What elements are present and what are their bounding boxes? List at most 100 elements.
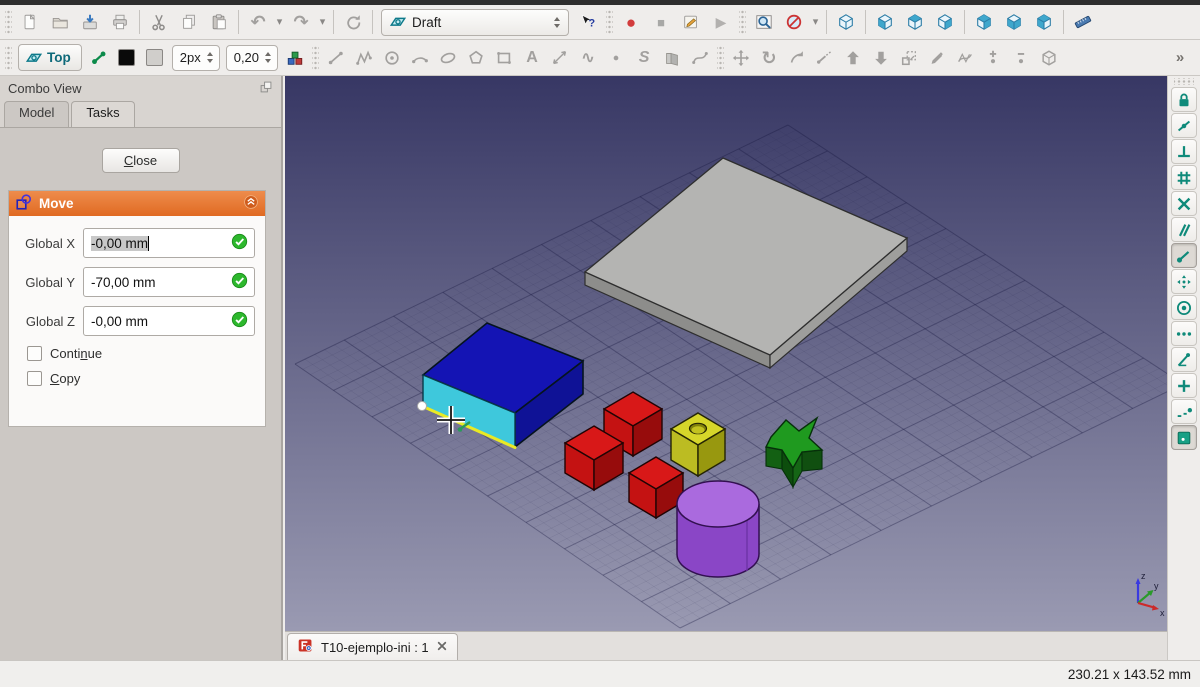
undo-button[interactable]: ↶ [243, 8, 273, 36]
draft-line-button[interactable] [322, 45, 350, 71]
autogroup-button[interactable] [281, 45, 309, 71]
snap-angle-toggle[interactable] [1171, 347, 1197, 372]
draw-style-button[interactable] [779, 8, 809, 36]
line-width-spinbox[interactable]: 2px [172, 45, 220, 71]
move-task-header[interactable]: Move [9, 191, 265, 216]
draw-style-dropdown[interactable]: ▾ [809, 8, 822, 36]
object-purple-cylinder[interactable] [677, 481, 759, 577]
toolbar-overflow-button[interactable]: » [1166, 45, 1194, 71]
draft-downgrade-button[interactable] [867, 45, 895, 71]
draft-offset-button[interactable] [783, 45, 811, 71]
draft-text-button[interactable]: A [518, 45, 546, 71]
view-bottom-button[interactable] [999, 8, 1029, 36]
refresh-button[interactable] [338, 8, 368, 36]
draft-bspline-button[interactable]: ∿ [574, 45, 602, 71]
undo-dropdown[interactable]: ▾ [273, 8, 286, 36]
scale-spinbox[interactable]: 0,20 [226, 45, 278, 71]
object-yellow-cube[interactable] [671, 413, 725, 476]
macro-edit-button[interactable] [676, 8, 706, 36]
global-x-input[interactable]: -0,00 mm [83, 228, 255, 258]
open-document-button[interactable] [45, 8, 75, 36]
view-rear-button[interactable] [969, 8, 999, 36]
draft-to-sketch-button[interactable] [1035, 45, 1063, 71]
copy-button[interactable] [174, 8, 204, 36]
float-panel-icon[interactable] [259, 80, 273, 97]
draft-delete-point-button[interactable] [1007, 45, 1035, 71]
toolbar-grip[interactable] [312, 46, 319, 70]
working-plane-button[interactable]: Top [18, 44, 82, 71]
draft-polygon-button[interactable] [462, 45, 490, 71]
snap-center-toggle[interactable] [1171, 295, 1197, 320]
measure-distance-button[interactable] [1068, 8, 1098, 36]
new-document-button[interactable] [15, 8, 45, 36]
draft-wire-button[interactable] [350, 45, 378, 71]
collapse-task-icon[interactable] [243, 194, 259, 213]
toolbar-grip[interactable] [5, 10, 12, 34]
draft-upgrade-button[interactable] [839, 45, 867, 71]
paste-button[interactable] [204, 8, 234, 36]
workbench-selector[interactable]: Draft [381, 9, 569, 36]
toolbar-grip[interactable] [606, 10, 613, 34]
view-left-button[interactable] [1029, 8, 1059, 36]
view-axonometric-button[interactable] [831, 8, 861, 36]
snap-lock-toggle[interactable] [1171, 87, 1197, 112]
snap-perpendicular-toggle[interactable] [1171, 139, 1197, 164]
draft-shapestring-button[interactable]: S [630, 45, 658, 71]
snap-grid-toggle[interactable] [1171, 165, 1197, 190]
draft-rotate-button[interactable]: ↻ [755, 45, 783, 71]
draft-wire-to-bspline-button[interactable] [951, 45, 979, 71]
macro-play-button[interactable]: ▶ [706, 8, 736, 36]
whats-this-button[interactable]: ? [573, 8, 603, 36]
draft-point-button[interactable] [602, 45, 630, 71]
redo-dropdown[interactable]: ▾ [316, 8, 329, 36]
tab-model[interactable]: Model [4, 101, 69, 127]
spin-arrows[interactable] [263, 52, 273, 63]
macro-record-button[interactable]: ● [616, 8, 646, 36]
line-color-swatch[interactable] [113, 45, 141, 71]
snap-dimensions-toggle[interactable] [1171, 321, 1197, 346]
snapbar-grip[interactable] [1174, 78, 1194, 85]
draft-move-button[interactable] [727, 45, 755, 71]
snap-endpoint-toggle[interactable] [1171, 243, 1197, 268]
draft-trimex-button[interactable] [811, 45, 839, 71]
view-top-button[interactable] [900, 8, 930, 36]
toolbar-grip[interactable] [717, 46, 724, 70]
object-base-plate[interactable] [585, 158, 907, 368]
workbench-spin-arrows[interactable] [552, 17, 562, 28]
redo-button[interactable]: ↷ [286, 8, 316, 36]
copy-checkbox[interactable] [27, 371, 42, 386]
draft-scale-button[interactable] [895, 45, 923, 71]
draft-circle-button[interactable] [378, 45, 406, 71]
draft-arc-button[interactable] [406, 45, 434, 71]
snap-intersection-toggle[interactable] [1171, 191, 1197, 216]
draft-edit-button[interactable] [923, 45, 951, 71]
print-button[interactable] [105, 8, 135, 36]
view-front-button[interactable] [870, 8, 900, 36]
tab-close-icon[interactable] [436, 640, 448, 655]
object-green-star[interactable] [766, 418, 822, 487]
global-y-input[interactable]: -70,00 mm [83, 267, 255, 297]
cut-button[interactable] [144, 8, 174, 36]
close-task-button[interactable]: Close [102, 148, 180, 173]
document-tab[interactable]: T10-ejemplo-ini : 1 [287, 633, 458, 660]
draft-rectangle-button[interactable] [490, 45, 518, 71]
view-right-button[interactable] [930, 8, 960, 36]
toggle-snap-button[interactable] [85, 45, 113, 71]
draft-bezier-button[interactable] [686, 45, 714, 71]
continue-checkbox[interactable] [27, 346, 42, 361]
toolbar-grip[interactable] [739, 10, 746, 34]
snap-parallel-toggle[interactable] [1171, 217, 1197, 242]
spin-arrows[interactable] [205, 52, 215, 63]
3d-viewport[interactable]: z y x [285, 76, 1167, 631]
object-red-cube-3[interactable] [629, 457, 683, 518]
draft-add-point-button[interactable] [979, 45, 1007, 71]
face-color-swatch[interactable] [141, 45, 169, 71]
global-z-input[interactable]: -0,00 mm [83, 306, 255, 336]
draft-facebinder-button[interactable] [658, 45, 686, 71]
draft-ellipse-button[interactable] [434, 45, 462, 71]
macro-stop-button[interactable]: ■ [646, 8, 676, 36]
tab-tasks[interactable]: Tasks [71, 101, 134, 127]
toolbar-grip[interactable] [5, 46, 12, 70]
snap-working-plane-toggle[interactable] [1171, 425, 1197, 450]
snap-extension-toggle[interactable] [1171, 399, 1197, 424]
